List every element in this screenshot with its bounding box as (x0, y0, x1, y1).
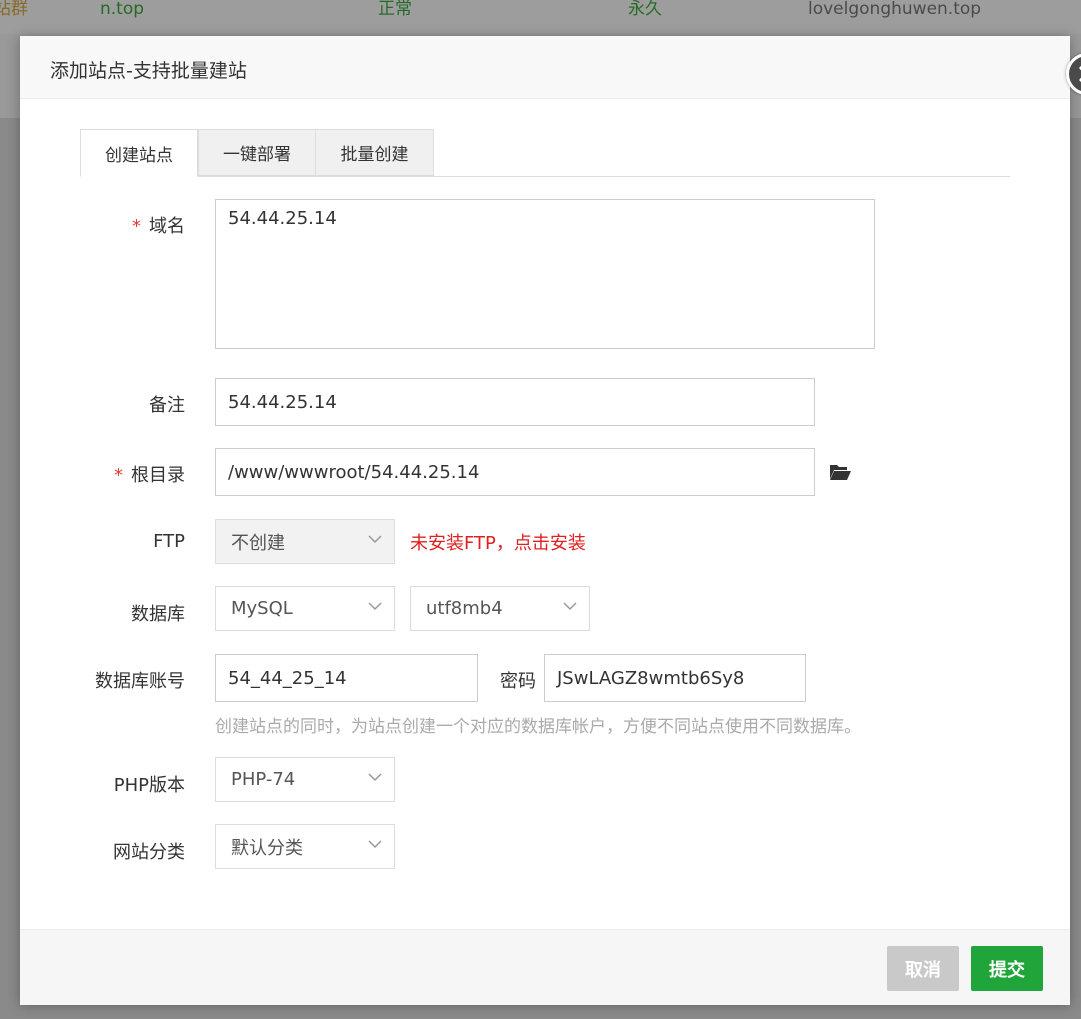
background-status: 正常 (378, 0, 412, 19)
chevron-down-icon (368, 840, 382, 849)
root-dir-label-text: 根目录 (131, 465, 185, 486)
domain-textarea[interactable]: 54.44.25.14 (215, 199, 875, 349)
submit-button[interactable]: 提交 (971, 946, 1043, 991)
background-link: n.top (100, 0, 145, 19)
dialog-footer: 取消 提交 (20, 929, 1070, 1005)
folder-open-icon[interactable] (829, 463, 852, 481)
category-select[interactable]: 默认分类 (215, 824, 395, 869)
background-remark: lovelgonghuwen.top (808, 0, 982, 19)
chevron-down-icon (563, 602, 577, 611)
background-expiry: 永久 (628, 0, 662, 19)
db-password-label: 密码 (500, 671, 536, 692)
root-dir-label: * 根目录 (25, 461, 185, 487)
php-version-label: PHP版本 (113, 775, 185, 796)
dialog-header: 添加站点-支持批量建站 (20, 36, 1070, 99)
root-dir-input[interactable]: /www/wwwroot/54.44.25.14 (215, 448, 815, 496)
ftp-select[interactable]: 不创建 (215, 519, 395, 564)
category-label: 网站分类 (113, 842, 185, 863)
php-version-value: PHP-74 (231, 769, 296, 790)
tab-create-site[interactable]: 创建站点 (80, 129, 198, 177)
db-account-label: 数据库账号 (95, 671, 185, 692)
tab-batch-create[interactable]: 批量创建 (315, 129, 434, 176)
background-table-row: 站群 n.top 正常 永久 lovelgonghuwen.top (0, 0, 1081, 35)
tab-bar: 创建站点 一键部署 批量创建 (80, 129, 1010, 177)
cancel-button[interactable]: 取消 (887, 946, 959, 991)
required-mark: * (132, 216, 141, 237)
tab-one-click-deploy[interactable]: 一键部署 (198, 129, 316, 176)
database-type-select[interactable]: MySQL (215, 586, 395, 631)
ftp-select-value: 不创建 (231, 532, 285, 554)
remark-input[interactable]: 54.44.25.14 (215, 378, 815, 426)
add-site-dialog: 添加站点-支持批量建站 创建站点 一键部署 批量创建 * 域名 54.44.25.… (20, 36, 1081, 1005)
db-password-input[interactable]: JSwLAGZ8wmtb6Sy8 (544, 654, 806, 702)
domain-label: * 域名 (25, 212, 185, 238)
ftp-label: FTP (153, 531, 185, 552)
category-value: 默认分类 (231, 837, 303, 859)
domain-label-text: 域名 (149, 216, 185, 237)
php-version-select[interactable]: PHP-74 (215, 757, 395, 802)
database-type-value: MySQL (231, 598, 293, 619)
install-ftp-link[interactable]: 未安装FTP，点击安装 (410, 529, 586, 555)
database-charset-select[interactable]: utf8mb4 (410, 586, 590, 631)
chevron-down-icon (368, 535, 382, 544)
remark-label: 备注 (149, 395, 185, 416)
db-account-hint: 创建站点的同时，为站点创建一个对应的数据库帐户，方便不同站点使用不同数据库。 (215, 717, 861, 737)
background-text: 站群 (0, 0, 28, 19)
chevron-down-icon (368, 602, 382, 611)
dialog-title: 添加站点-支持批量建站 (50, 60, 247, 82)
database-charset-value: utf8mb4 (426, 598, 503, 619)
database-label: 数据库 (131, 604, 185, 625)
chevron-down-icon (368, 773, 382, 782)
required-mark: * (114, 465, 123, 486)
